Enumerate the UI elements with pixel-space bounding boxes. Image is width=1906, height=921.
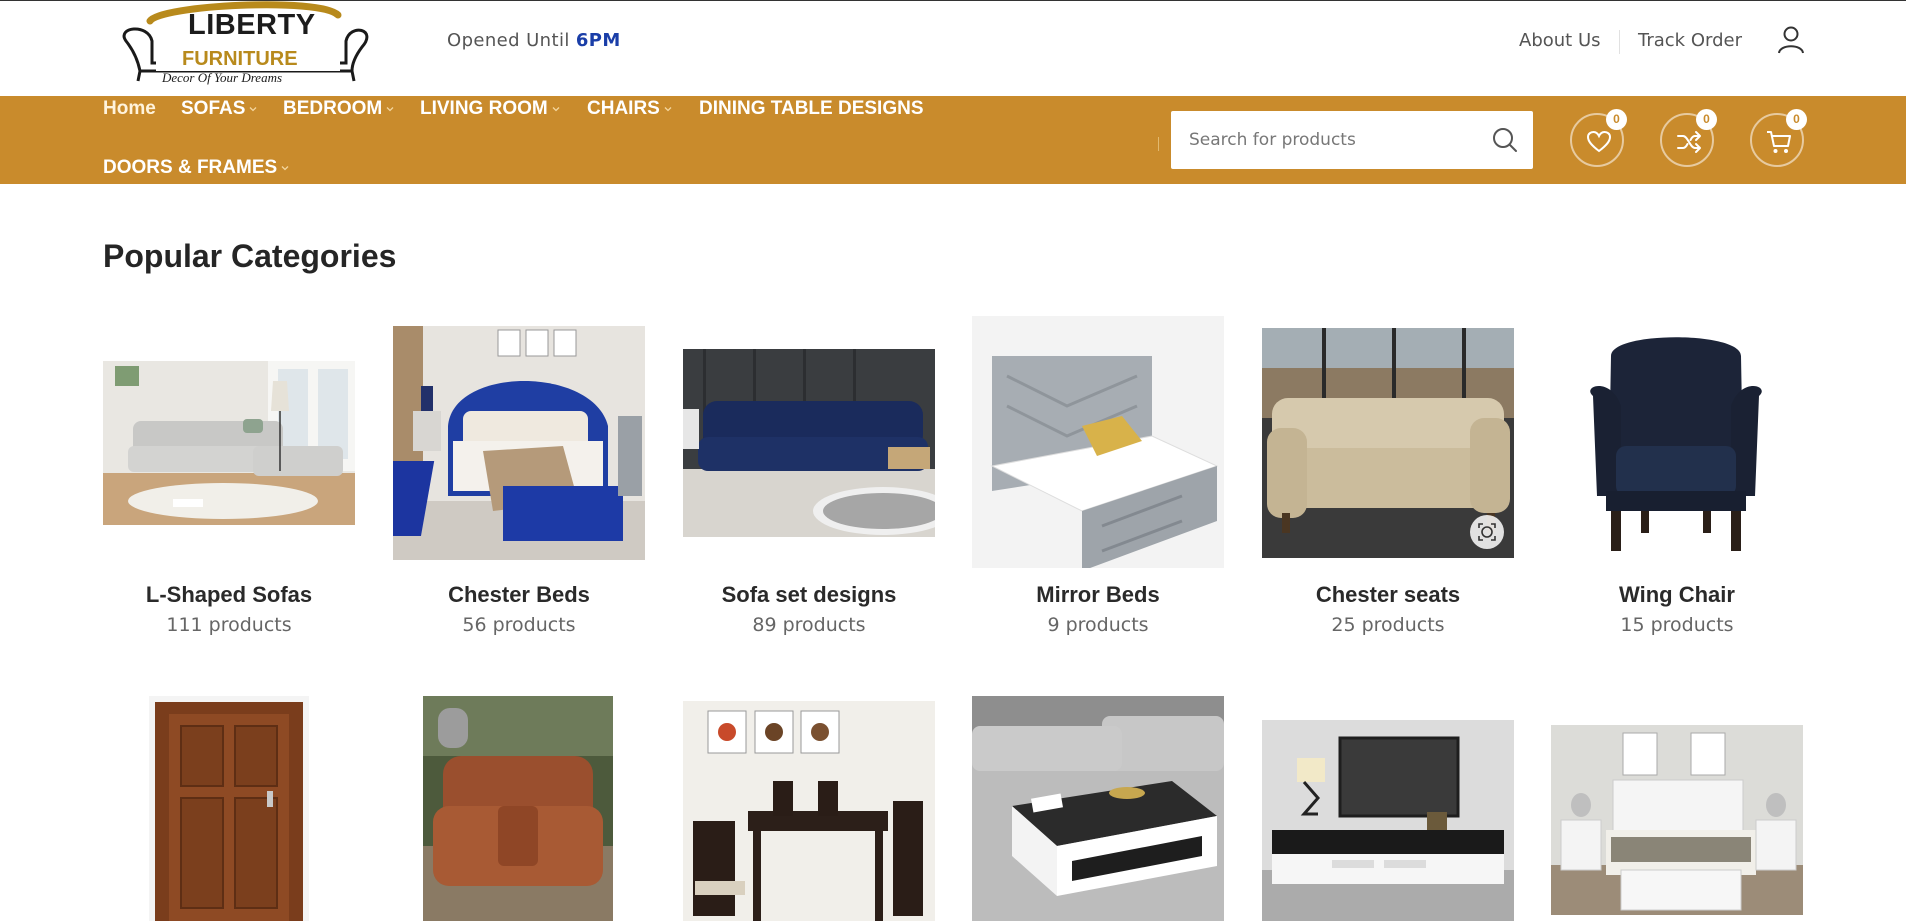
logo-tagline: Decor Of Your Dreams — [162, 70, 283, 85]
search-box — [1171, 111, 1533, 169]
grey-bed-image[interactable] — [972, 316, 1224, 568]
chevron-down-icon — [386, 107, 394, 112]
category-product-count: 25 products — [1331, 614, 1445, 636]
category-product-count: 9 products — [1047, 614, 1149, 636]
category-name[interactable]: L-Shaped Sofas — [103, 582, 355, 608]
category-product-count: 111 products — [166, 614, 292, 636]
nav-bedroom[interactable]: BEDROOM — [283, 98, 395, 120]
chevron-down-icon — [281, 166, 289, 171]
category-product-count: 56 products — [462, 614, 576, 636]
category-card[interactable]: L-Shaped Sofas 111 products — [103, 316, 355, 646]
chevron-down-icon — [249, 107, 257, 112]
track-order-link[interactable]: Track Order — [1638, 30, 1742, 51]
nav-sofas-label: SOFAS — [181, 98, 246, 119]
leather-recliner-image[interactable] — [423, 696, 613, 921]
category-name[interactable]: Sofa set designs — [683, 582, 935, 608]
zoom-icon[interactable] — [1470, 515, 1504, 549]
chevron-down-icon — [664, 107, 672, 112]
category-product-count: 89 products — [752, 614, 866, 636]
category-name[interactable]: Chester seats — [1262, 582, 1514, 608]
section-title: Popular Categories — [103, 238, 397, 274]
search-icon — [1493, 128, 1517, 152]
category-card[interactable]: Wing Chair 15 products — [1551, 316, 1803, 646]
hours-prefix: Opened Until — [447, 30, 576, 51]
about-us-link[interactable]: About Us — [1519, 30, 1601, 51]
cart-button[interactable]: 0 — [1750, 109, 1807, 167]
compare-button[interactable]: 0 — [1660, 109, 1717, 167]
nav-doors-label: DOORS & FRAMES — [103, 157, 278, 178]
nav-chairs-label: CHAIRS — [587, 98, 660, 119]
search-input[interactable] — [1189, 111, 1479, 169]
dining-set-image[interactable] — [683, 701, 935, 921]
nav-sofas[interactable]: SOFAS — [181, 98, 258, 120]
shuffle-icon — [1677, 131, 1701, 153]
chevron-down-icon — [552, 107, 560, 112]
category-name[interactable]: Chester Beds — [393, 582, 645, 608]
blue-tufted-bed-image[interactable] — [393, 326, 645, 560]
category-card[interactable]: Sofa set designs 89 products — [683, 316, 935, 646]
user-icon[interactable] — [1776, 25, 1806, 55]
hours-time: 6PM — [575, 30, 621, 51]
nav-chairs[interactable]: CHAIRS — [587, 98, 673, 120]
nav-bedroom-label: BEDROOM — [283, 98, 383, 119]
header-divider — [1619, 30, 1620, 54]
coffee-table-image[interactable] — [972, 696, 1224, 921]
category-name[interactable]: Mirror Beds — [972, 582, 1224, 608]
nav-living-room[interactable]: LIVING ROOM — [420, 98, 561, 120]
cart-icon — [1767, 131, 1791, 153]
navy-sofa-image[interactable] — [683, 349, 935, 537]
nav-home-label: Home — [103, 98, 156, 119]
nav-home[interactable]: Home — [103, 98, 156, 120]
nav-dining-table-designs[interactable]: DINING TABLE DESIGNS — [699, 98, 924, 120]
nav-dining-label: DINING TABLE DESIGNS — [699, 98, 924, 119]
tv-stand-image[interactable] — [1262, 720, 1514, 921]
site-logo[interactable]: LIBERTY FURNITURE Decor Of Your Dreams — [120, 1, 370, 91]
wishlist-count-badge: 0 — [1606, 109, 1627, 130]
wishlist-button[interactable]: 0 — [1570, 109, 1627, 167]
category-name[interactable]: Wing Chair — [1551, 582, 1803, 608]
category-card[interactable]: Mirror Beds 9 products — [972, 316, 1224, 646]
search-button[interactable] — [1489, 124, 1521, 156]
wooden-door-image[interactable] — [149, 696, 309, 921]
white-bed-image[interactable] — [1551, 725, 1803, 915]
opening-hours: Opened Until 6PM — [447, 30, 621, 51]
compare-count-badge: 0 — [1696, 109, 1717, 130]
category-card[interactable]: Chester Beds 56 products — [393, 316, 645, 646]
category-card[interactable]: Chester seats 25 products — [1262, 316, 1514, 646]
heart-icon — [1586, 130, 1612, 153]
l-shaped-sofa-image[interactable] — [103, 361, 355, 525]
cart-count-badge: 0 — [1786, 109, 1807, 130]
beige-chesterfield-image[interactable] — [1262, 328, 1514, 558]
nav-living-room-label: LIVING ROOM — [420, 98, 548, 119]
logo-brand-text: LIBERTY — [188, 9, 316, 41]
nav-doors-frames[interactable]: DOORS & FRAMES — [103, 157, 290, 179]
category-product-count: 15 products — [1620, 614, 1734, 636]
logo-sub-text: FURNITURE — [182, 48, 298, 70]
top-header: LIBERTY FURNITURE Decor Of Your Dreams O… — [0, 0, 1906, 96]
navy-wing-chair-image[interactable] — [1551, 326, 1803, 560]
nav-separator — [1158, 137, 1159, 151]
